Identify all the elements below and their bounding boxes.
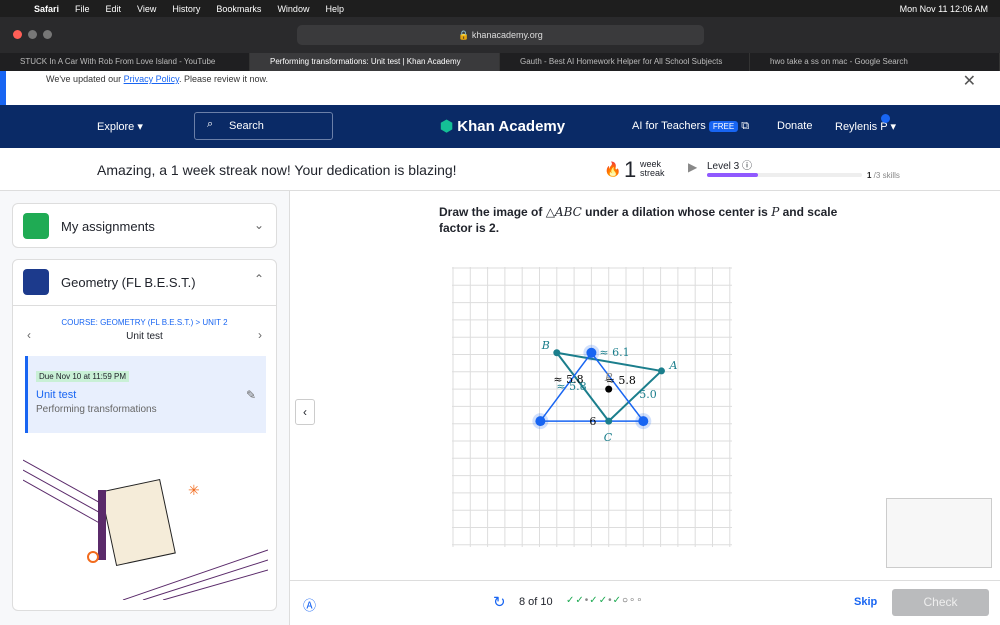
prev-unit-button[interactable]: ‹: [27, 328, 31, 342]
notice-text: We've updated our: [46, 74, 124, 84]
level-progress: [707, 173, 862, 177]
mac-menubar: Safari File Edit View History Bookmarks …: [0, 0, 1000, 17]
leaf-icon: ⬢: [440, 118, 454, 135]
search-input[interactable]: ⌕ Search: [194, 112, 333, 140]
tab-khan[interactable]: Performing transformations: Unit test | …: [250, 53, 500, 71]
menu-history[interactable]: History: [172, 4, 200, 14]
label-b: B: [541, 339, 550, 352]
item-subtitle: Performing transformations: [36, 404, 157, 415]
assignments-label: My assignments: [61, 219, 155, 234]
menu-file[interactable]: File: [75, 4, 90, 14]
progress-dot-check: ✓: [598, 595, 609, 606]
image-vertex-handle: [586, 347, 597, 358]
skip-button[interactable]: Skip: [854, 596, 877, 608]
notice-text2: . Please review it now.: [178, 74, 269, 84]
exercise-area: ‹ Draw the image of △ABC under a dilatio…: [290, 191, 1000, 625]
chevron-down-icon: ⌄: [253, 218, 264, 232]
illustration: ✳: [23, 459, 268, 600]
screenshot-thumbnail[interactable]: [886, 498, 992, 568]
zoom-window-button[interactable]: [43, 30, 52, 39]
progress-dot-current: ○: [621, 595, 630, 606]
tab-youtube[interactable]: STUCK In A Car With Rob From Love Island…: [0, 53, 250, 71]
menu-bookmarks[interactable]: Bookmarks: [216, 4, 261, 14]
menu-help[interactable]: Help: [325, 4, 344, 14]
measure-ab: ≈ 6.1: [599, 346, 629, 359]
coordinate-grid[interactable]: ABCP≈ 6.1≈ 5.8≈ 5.8 ≈ 5.85.06: [452, 267, 732, 547]
chevron-up-icon[interactable]: ⌃: [254, 272, 264, 286]
accessibility-icon[interactable]: Ⓐ: [303, 595, 316, 614]
restart-icon[interactable]: ↻: [493, 593, 506, 611]
search-icon: ⌕: [207, 118, 214, 130]
course-card: Geometry (FL B.E.S.T.) ⌃ COURSE: GEOMETR…: [12, 259, 277, 611]
edit-icon: ✎: [245, 388, 256, 402]
progress-dot-check: ✓: [566, 595, 576, 606]
notification-badge: [881, 114, 890, 123]
measure-bc: ≈ 5.8: [556, 380, 586, 393]
question-text: Draw the image of △ABC under a dilation …: [439, 205, 838, 235]
collapse-sidebar-button[interactable]: ‹: [295, 399, 315, 425]
original-vertex: [605, 417, 613, 425]
course-title: Geometry (FL B.E.S.T.): [61, 275, 196, 290]
khan-logo[interactable]: ⬢ Khan Academy: [440, 117, 565, 135]
ai-for-teachers-link[interactable]: AI for Teachers FREE ⧉: [632, 120, 749, 133]
svg-text:✳: ✳: [188, 482, 200, 498]
privacy-notice: We've updated our Privacy Policy. Please…: [0, 71, 1000, 105]
tab-gauth[interactable]: Gauth - Best AI Homework Helper for All …: [500, 53, 750, 71]
top-nav: Explore ▾ ⌕ Search ⬢ Khan Academy AI for …: [0, 105, 1000, 148]
menu-window[interactable]: Window: [277, 4, 309, 14]
skills-count: 1 /3 skills: [867, 171, 900, 180]
image-vertex-handle: [535, 416, 546, 427]
streak-count: 1: [624, 157, 637, 182]
tab-google[interactable]: hwo take a ss on mac - Google Search: [750, 53, 1000, 71]
item-title: Unit test: [36, 389, 77, 401]
streak-message: Amazing, a 1 week streak now! Your dedic…: [97, 162, 457, 178]
unit-title: Unit test: [126, 331, 163, 342]
tab-bar: STUCK In A Car With Rob From Love Island…: [0, 53, 1000, 71]
free-badge: FREE: [708, 121, 739, 132]
next-unit-button[interactable]: ›: [258, 328, 262, 342]
sidebar: My assignments ⌄ Geometry (FL B.E.S.T.) …: [0, 191, 290, 625]
image-vertex-handle: [638, 416, 649, 427]
streak-bar: Amazing, a 1 week streak now! Your dedic…: [0, 148, 1000, 191]
measure-ac: 5.0: [639, 388, 657, 401]
address-bar[interactable]: 🔒 khanacademy.org: [297, 25, 704, 45]
breadcrumb[interactable]: COURSE: GEOMETRY (FL B.E.S.T.) > UNIT 2: [13, 318, 276, 327]
progress-dot-check: ✓: [589, 595, 599, 606]
clock: Mon Nov 11 12:06 AM: [899, 3, 988, 14]
label-c: C: [604, 431, 613, 444]
flame-icon: 🔥: [604, 161, 622, 177]
minimize-window-button[interactable]: [28, 30, 37, 39]
expand-arrow-icon[interactable]: ▶: [688, 160, 697, 174]
unit-test-item[interactable]: Due Nov 10 at 11:59 PM Unit test Perform…: [25, 356, 266, 433]
due-badge: Due Nov 10 at 11:59 PM: [36, 371, 130, 382]
progress-dot-empty: ∘: [636, 595, 644, 606]
streak-unit: week streak: [640, 159, 665, 178]
book-icon: [23, 269, 49, 295]
progress-dot-check: ✓: [575, 595, 585, 606]
menu-view[interactable]: View: [137, 4, 156, 14]
measure-image-base: 6: [589, 415, 596, 428]
progress-dot-check: ✓: [612, 595, 622, 606]
level-label: Level 3 ⓘ: [707, 161, 753, 172]
url-text: khanacademy.org: [471, 30, 543, 40]
progress-dots: ✓✓•✓✓•✓○∘∘: [566, 595, 644, 606]
explore-menu[interactable]: Explore ▾: [97, 120, 143, 133]
original-vertex: [553, 349, 561, 357]
measure-image-right: ≈ 5.8: [606, 374, 636, 387]
original-vertex: [657, 367, 665, 375]
progress-text: 8 of 10: [519, 596, 553, 608]
close-window-button[interactable]: [13, 30, 22, 39]
assignments-icon: [23, 213, 49, 239]
my-assignments-card[interactable]: My assignments ⌄: [12, 203, 277, 248]
close-icon[interactable]: ✕: [963, 71, 976, 91]
donate-link[interactable]: Donate: [777, 120, 812, 132]
label-a: A: [668, 359, 677, 372]
menu-edit[interactable]: Edit: [106, 4, 122, 14]
menu-safari[interactable]: Safari: [34, 4, 59, 14]
privacy-policy-link[interactable]: Privacy Policy: [124, 74, 179, 84]
check-button[interactable]: Check: [892, 589, 989, 616]
